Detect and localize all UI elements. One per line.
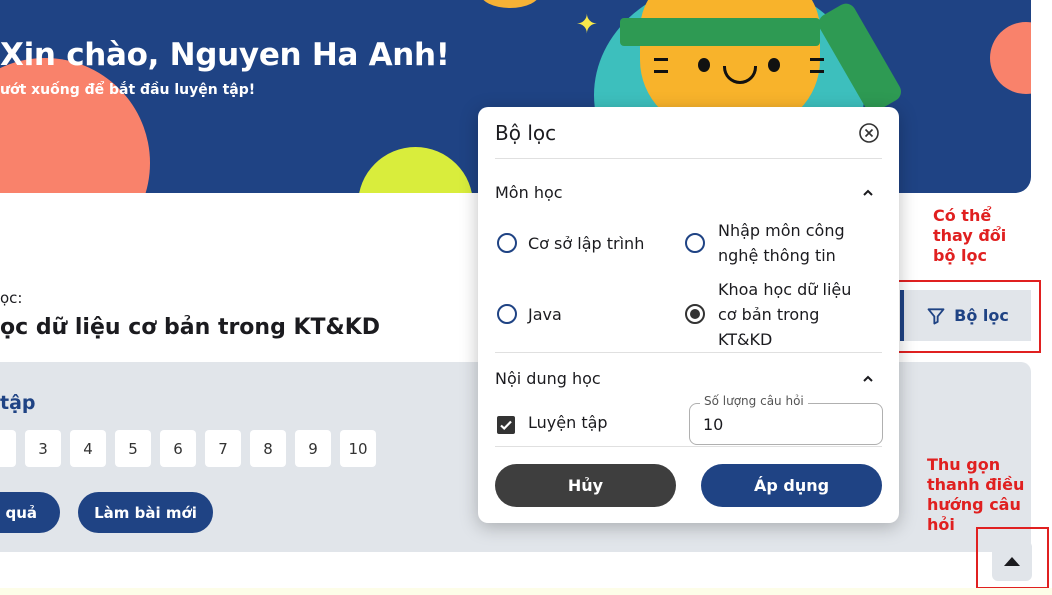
question-number[interactable]: 6 xyxy=(160,430,196,467)
practice-title: tập xyxy=(0,392,36,414)
decor-circle-orange xyxy=(0,58,150,193)
practice-checkbox[interactable] xyxy=(497,416,515,434)
decor-circle-orange-right xyxy=(990,22,1031,94)
practice-checkbox-label: Luyện tập xyxy=(528,413,608,432)
decor-circle-yellow xyxy=(358,147,473,193)
check-icon xyxy=(500,420,512,431)
bottom-strip xyxy=(0,588,1052,595)
question-number-row: 3 4 5 6 7 8 9 10 xyxy=(0,430,376,467)
close-icon[interactable] xyxy=(858,122,880,144)
filter-popup: Bộ lọc Môn học Cơ sở lập trình Nhập môn … xyxy=(478,107,899,523)
question-number[interactable]: 4 xyxy=(70,430,106,467)
annotation-collapse-text: Thu gọn thanh điều hướng câu hỏi xyxy=(927,455,1025,534)
option-label: Java xyxy=(528,305,562,324)
subject-label: ọc: xyxy=(0,289,23,307)
popup-title: Bộ lọc xyxy=(495,121,557,145)
subject-name: ọc dữ liệu cơ bản trong KT&KD xyxy=(0,315,381,340)
divider xyxy=(495,158,882,159)
decor-circle-top xyxy=(480,0,540,8)
apply-button[interactable]: Áp dụng xyxy=(701,464,882,507)
radio-java[interactable] xyxy=(497,304,517,324)
quantity-field-value: 10 xyxy=(703,415,724,434)
subject-section-title[interactable]: Môn học xyxy=(495,183,563,202)
chevron-up-icon[interactable] xyxy=(861,186,875,200)
content-section-title[interactable]: Nội dung học xyxy=(495,369,601,388)
new-test-button[interactable]: Làm bài mới xyxy=(78,492,213,533)
chevron-up-icon[interactable] xyxy=(861,372,875,386)
option-label: Khoa học dữ liệu cơ bản trong KT&KD xyxy=(718,280,852,349)
radio-khoa-hoc-du-lieu[interactable] xyxy=(685,304,705,324)
greeting-subtitle: ướt xuống để bắt đầu luyện tập! xyxy=(0,82,256,98)
radio-nhap-mon-cntt[interactable] xyxy=(685,233,705,253)
question-number[interactable]: 5 xyxy=(115,430,151,467)
question-number[interactable] xyxy=(0,430,16,467)
sparkle-icon: ✦ xyxy=(576,10,598,40)
divider xyxy=(495,352,882,353)
question-number[interactable]: 8 xyxy=(250,430,286,467)
question-number[interactable]: 9 xyxy=(295,430,331,467)
question-quantity-field[interactable]: Số lượng câu hỏi 10 xyxy=(689,394,883,445)
question-number[interactable]: 3 xyxy=(25,430,61,467)
option-label: Cơ sở lập trình xyxy=(528,234,645,253)
greeting-title: Xin chào, Nguyen Ha Anh! xyxy=(0,37,450,73)
annotation-highlight-collapse xyxy=(976,527,1049,589)
annotation-highlight-filter xyxy=(882,280,1041,353)
cancel-button[interactable]: Hủy xyxy=(495,464,676,507)
quantity-field-label: Số lượng câu hỏi xyxy=(700,394,808,408)
divider xyxy=(495,446,882,447)
option-label: Nhập môn công nghệ thông tin xyxy=(718,221,845,265)
radio-co-so-lap-trinh[interactable] xyxy=(497,233,517,253)
question-number[interactable]: 10 xyxy=(340,430,376,467)
question-number[interactable]: 7 xyxy=(205,430,241,467)
annotation-filter-text: Có thể thay đổi bộ lọc xyxy=(933,206,1007,265)
view-result-button[interactable]: ết quả xyxy=(0,492,60,533)
